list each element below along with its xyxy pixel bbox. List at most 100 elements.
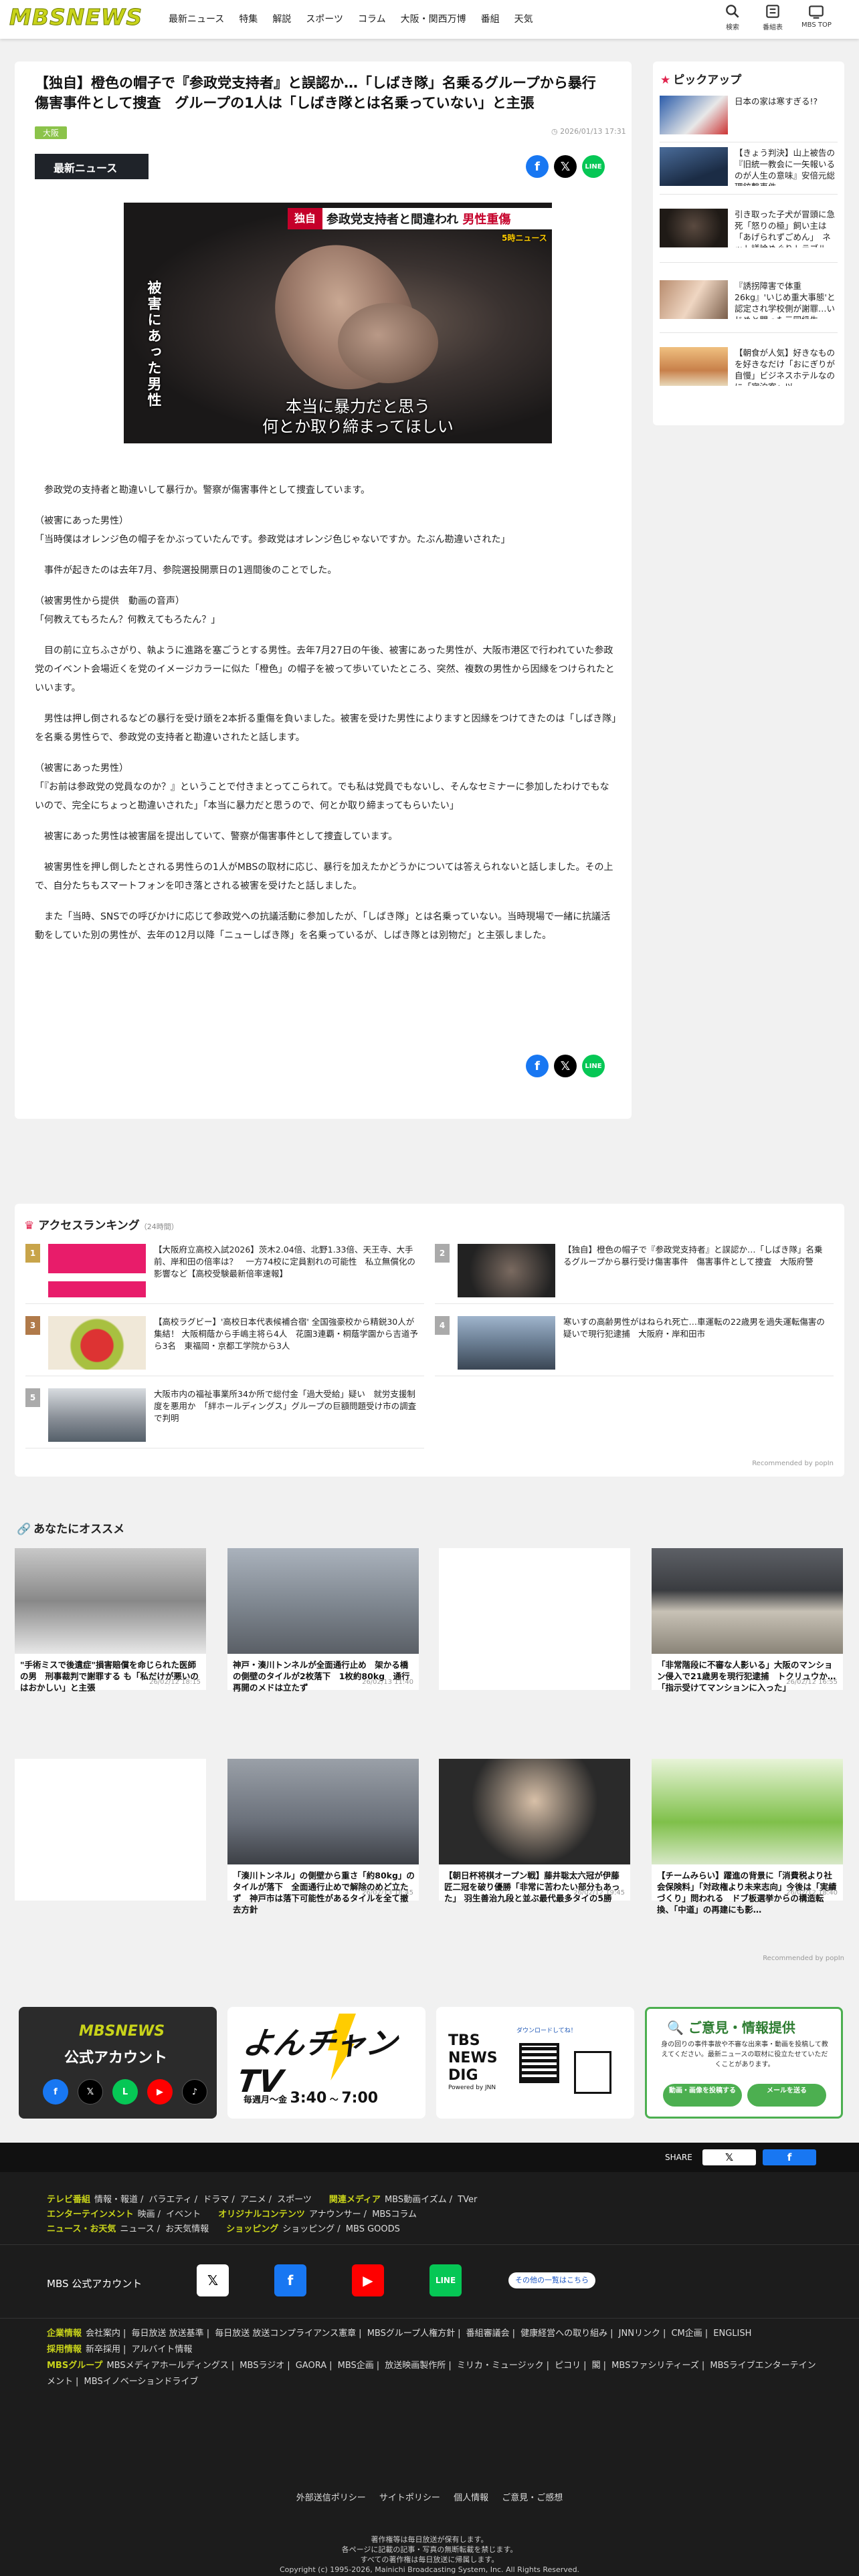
recommend-card-empty[interactable] <box>15 1759 206 1901</box>
footer-link[interactable]: 放送映画製作所 <box>385 2361 446 2371</box>
footer-link[interactable]: ENGLISH <box>713 2329 751 2339</box>
site-logo[interactable]: MBSNEWS <box>9 4 142 31</box>
footer-link[interactable]: MBS企画 <box>338 2361 374 2371</box>
pickup-item[interactable]: 『誘拐障害で体重26kg』'いじめ重大事態'と認定され学校側が謝罪…いじめと闘っ… <box>660 280 838 322</box>
nav-item-latest[interactable]: 最新ニュース <box>161 12 231 25</box>
popin-credit[interactable]: Recommended by popIn <box>752 1460 834 1467</box>
recommend-card[interactable]: 「湊川トンネル」の側壁から重さ「約80kg」のタイルが落下 全面通行止めで解除の… <box>227 1759 419 1915</box>
footer-link[interactable]: ミリカ・ミュージック <box>457 2361 544 2371</box>
footer-link[interactable]: 毎日放送 放送基準 <box>132 2329 204 2339</box>
yonchan-tv-banner[interactable]: よんチャンTV 毎週月～金 3:40 ～ 7:00 <box>227 2007 425 2119</box>
recommend-card[interactable]: 【朝日杯将棋オープン戦】藤井聡太六冠が伊藤匠二冠を破り優勝「非常に苦わたい部分も… <box>439 1759 630 1903</box>
nav-item-programs[interactable]: 番組 <box>474 12 507 25</box>
footer-link[interactable]: アニメ <box>240 2195 266 2205</box>
ranking-item[interactable]: 3 【高校ラグビー】'高校日本代表候補合宿' 全国強豪校から精鋭30人が集結！ … <box>25 1316 424 1376</box>
ranking-item[interactable]: 2 【独自】橙色の帽子で『参政党支持者』と誤認か…「しばき隊」名乗るグループから… <box>435 1244 834 1304</box>
footer-link[interactable]: 映画 <box>138 2210 155 2220</box>
category-badge[interactable]: 最新ニュース <box>35 154 149 179</box>
facebook-share-button[interactable]: f <box>763 2149 816 2165</box>
footer-link[interactable]: アルバイト情報 <box>132 2345 193 2355</box>
ranking-item[interactable]: 4 寒いすの高齢男性がはねられ死亡…車運転の22歳男を過失運転傷害の疑いで現行犯… <box>435 1316 834 1376</box>
recommend-card-empty[interactable] <box>439 1548 630 1690</box>
facebook-share-button[interactable]: f <box>526 155 549 178</box>
recommend-card[interactable]: "手術ミスで後遺症"損害賠償を命じられた医師の男 刑事裁判で謝罪する も「私だけ… <box>15 1548 206 1693</box>
footer-link[interactable]: MBSコラム <box>372 2210 417 2220</box>
footer-category[interactable]: ニュース・お天気 <box>47 2224 116 2234</box>
footer-link[interactable]: MBS動画イズム <box>385 2195 447 2205</box>
mbs-top-button[interactable]: MBS TOP <box>801 3 832 29</box>
send-mail-button[interactable]: メールを送る <box>747 2084 826 2107</box>
footer-link[interactable]: ご意見・ご感想 <box>502 2493 563 2503</box>
nav-item-commentary[interactable]: 解説 <box>265 12 298 25</box>
tv-program-button[interactable]: 番組表 <box>763 3 783 31</box>
footer-link[interactable]: 個人情報 <box>454 2493 488 2503</box>
x-share-button[interactable]: 𝕏 <box>702 2149 756 2165</box>
popin-credit[interactable]: Recommended by popIn <box>763 1955 844 1962</box>
footer-link[interactable]: ピコリ <box>555 2361 581 2371</box>
footer-category[interactable]: MBSグループ <box>47 2361 102 2371</box>
youtube-account-link[interactable]: ▶ <box>352 2264 384 2296</box>
footer-link[interactable]: MBS GOODS <box>346 2224 400 2234</box>
footer-link[interactable]: アナウンサー <box>309 2210 361 2220</box>
footer-link[interactable]: GAORA <box>296 2361 326 2371</box>
footer-category[interactable]: ショッピング <box>226 2224 278 2234</box>
footer-link[interactable]: 閣 <box>592 2361 601 2371</box>
footer-link[interactable]: ニュース <box>120 2224 154 2234</box>
footer-link[interactable]: 毎日放送 放送コンプライアンス憲章 <box>215 2329 356 2339</box>
facebook-account-link[interactable]: f <box>274 2264 306 2296</box>
ranking-item[interactable]: 5 大阪市内の福祉事業所34か所で総付金「過大受給」疑い 就労支援制度を悪用か … <box>25 1388 424 1448</box>
facebook-share-button[interactable]: f <box>526 1055 549 1077</box>
footer-category[interactable]: 企業情報 <box>47 2329 82 2339</box>
pickup-item[interactable]: 【朝食が人気】好きなものを好きなだけ「おにぎりが自慢」ビジネスホテルなのに「宿泊… <box>660 347 838 389</box>
footer-link[interactable]: 新卒採用 <box>86 2345 120 2355</box>
pickup-item[interactable]: 【きょう判決】山上被告の『旧統一教会に一矢報いるのが人生の意味』安倍元総理銃撃事… <box>660 147 838 189</box>
footer-link[interactable]: JNNリンク <box>619 2329 660 2339</box>
official-account-banner[interactable]: MBSNEWS 公式アカウント f 𝕏 L ▶ ♪ <box>19 2007 217 2119</box>
footer-category[interactable]: テレビ番組 <box>47 2195 90 2205</box>
upload-media-button[interactable]: 動画・画像を投稿する <box>663 2084 742 2107</box>
footer-link[interactable]: スポーツ <box>277 2195 312 2205</box>
footer-category[interactable]: 関連メディア <box>329 2195 381 2205</box>
line-share-button[interactable]: LINE <box>582 155 605 178</box>
nav-item-weather[interactable]: 天気 <box>507 12 541 25</box>
recommend-card[interactable]: 【チームみらい】躍進の背景に「消費税より社会保険料」「対政権より未来志向」今後は… <box>652 1759 843 1915</box>
footer-link[interactable]: MBSファシリティーズ <box>611 2361 699 2371</box>
tbs-news-dig-banner[interactable]: TBS NEWS DIG Powered by JNN ダウンロードしてね！ <box>436 2007 634 2119</box>
line-share-button[interactable]: LINE <box>582 1055 605 1077</box>
more-accounts-button[interactable]: その他の一覧はこちら <box>508 2272 595 2288</box>
x-account-link[interactable]: 𝕏 <box>197 2264 229 2296</box>
footer-link[interactable]: 情報・報道 <box>94 2195 138 2205</box>
line-account-link[interactable]: LINE <box>430 2264 462 2296</box>
footer-link[interactable]: 会社案内 <box>86 2329 120 2339</box>
nav-item-sports[interactable]: スポーツ <box>298 12 351 25</box>
nav-item-expo[interactable]: 大阪・関西万博 <box>393 12 474 25</box>
footer-link[interactable]: バラエティ <box>149 2195 192 2205</box>
footer-category[interactable]: オリジナルコンテンツ <box>218 2210 305 2220</box>
footer-category[interactable]: エンターテインメント <box>47 2210 134 2220</box>
footer-link[interactable]: イベント <box>166 2210 201 2220</box>
nav-item-column[interactable]: コラム <box>351 12 393 25</box>
footer-link[interactable]: 番組審議会 <box>466 2329 510 2339</box>
recommend-card[interactable]: 神戸・湊川トンネルが全面通行止め 架かる橋の側壁のタイルが2枚落下 1枚約80k… <box>227 1548 419 1693</box>
footer-link[interactable]: MBSイノベーションドライブ <box>84 2377 199 2387</box>
opinion-banner[interactable]: 🔍 ご意見・情報提供 身の回りの事件事故や不審な出来事・動画を投稿して教えてくだ… <box>645 2007 843 2119</box>
recommend-card[interactable]: 「非常階段に不審な人影いる」大阪のマンション侵入で21歳男を現行犯逮捕 トクリュ… <box>652 1548 843 1693</box>
footer-link[interactable]: 外部送信ポリシー <box>296 2493 366 2503</box>
ranking-item[interactable]: 1 【大阪府立高校入試2026】茨木2.04倍、北野1.33倍、天王寺、大手前、… <box>25 1244 424 1304</box>
pickup-item[interactable]: 引き取った子犬が冒頭に急死「怒りの極」飼い主は「あげられずごめん」 ネット議論め… <box>660 209 838 250</box>
pickup-item[interactable]: 日本の家は寒すぎる!? <box>660 96 838 137</box>
footer-link[interactable]: お天気情報 <box>165 2224 209 2234</box>
footer-link[interactable]: MBSラジオ <box>240 2361 284 2371</box>
area-tag[interactable]: 大阪 <box>35 126 68 139</box>
footer-link[interactable]: MBSグループ人権方針 <box>367 2329 455 2339</box>
footer-link[interactable]: TVer <box>458 2195 477 2205</box>
nav-item-features[interactable]: 特集 <box>231 12 265 25</box>
footer-link[interactable]: 健康経営への取り組み <box>520 2329 607 2339</box>
footer-link[interactable]: ドラマ <box>203 2195 229 2205</box>
x-share-button[interactable]: 𝕏 <box>554 155 577 178</box>
footer-link[interactable]: ショッピング <box>282 2224 335 2234</box>
footer-link[interactable]: CM企画 <box>671 2329 702 2339</box>
footer-link[interactable]: サイトポリシー <box>379 2493 440 2503</box>
footer-link[interactable]: MBSメディアホールディングス <box>106 2361 228 2371</box>
x-share-button[interactable]: 𝕏 <box>554 1055 577 1077</box>
